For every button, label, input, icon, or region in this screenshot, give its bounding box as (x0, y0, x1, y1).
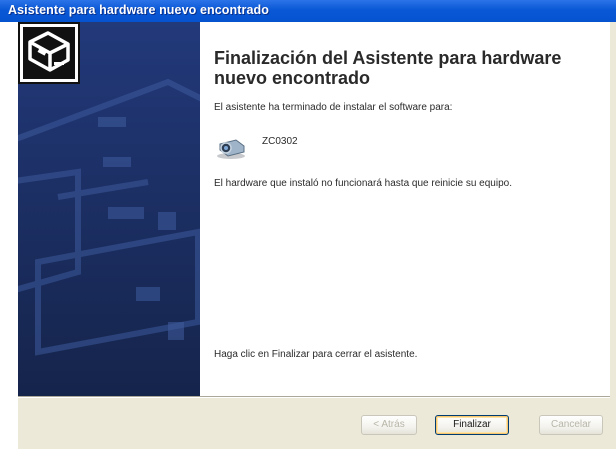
button-bar: < Atrás Finalizar Cancelar (18, 398, 610, 449)
finish-button[interactable]: Finalizar (435, 415, 509, 435)
finish-hint: Haga clic en Finalizar para cerrar el as… (214, 349, 418, 360)
window-title: Asistente para hardware nuevo encontrado (8, 3, 270, 17)
webcam-device-icon (217, 139, 245, 159)
install-complete-text: El asistente ha terminado de instalar el… (214, 102, 453, 113)
wizard-side-banner (18, 22, 200, 396)
restart-notice: El hardware que instaló no funcionará ha… (214, 178, 512, 189)
wizard-window: Asistente para hardware nuevo encontrado (0, 0, 616, 449)
back-button[interactable]: < Atrás (361, 415, 417, 435)
cancel-button[interactable]: Cancelar (539, 415, 603, 435)
wizard-content: Finalización del Asistente para hardware… (200, 22, 610, 396)
hardware-install-icon (18, 22, 80, 84)
window-right-edge (610, 22, 616, 449)
wizard-heading: Finalización del Asistente para hardware… (214, 48, 562, 88)
title-bar[interactable]: Asistente para hardware nuevo encontrado (0, 0, 616, 22)
device-name: ZC0302 (262, 136, 298, 147)
